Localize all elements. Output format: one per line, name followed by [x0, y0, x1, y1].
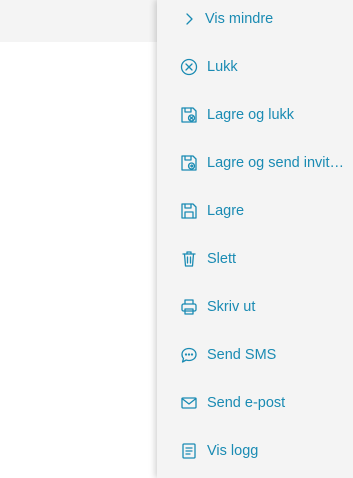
menu-item-lagre[interactable]: Lagre: [157, 187, 353, 235]
menu-item-skriv-ut[interactable]: Skriv ut: [157, 283, 353, 331]
menu-item-label: Vis mindre: [205, 11, 274, 27]
menu-item-label: Lukk: [207, 59, 238, 75]
menu-item-lagre-og-lukk[interactable]: Lagre og lukk: [157, 91, 353, 139]
menu-item-label: Lagre og lukk: [207, 107, 295, 123]
menu-item-vis-mindre[interactable]: Vis mindre: [157, 0, 353, 43]
menu-item-send-sms[interactable]: Send SMS: [157, 331, 353, 379]
menu-item-label: Lagre og send invitasjon: [207, 155, 345, 171]
menu-item-label: Slett: [207, 251, 237, 267]
close-circle-icon: [180, 58, 198, 76]
printer-icon: [180, 298, 198, 316]
chevron-right-icon: [180, 10, 198, 28]
menu-item-lukk[interactable]: Lukk: [157, 43, 353, 91]
chat-bubble-icon: [180, 346, 198, 364]
trash-icon: [180, 250, 198, 268]
menu-item-label: Send SMS: [207, 347, 277, 363]
menu-item-label: Skriv ut: [207, 299, 256, 315]
menu-item-slett[interactable]: Slett: [157, 235, 353, 283]
save-close-icon: [180, 106, 198, 124]
save-send-icon: [180, 154, 198, 172]
top-bar: [0, 0, 158, 42]
action-menu: Vis mindre Lukk Lagre og lukk Lagre og s…: [157, 0, 353, 478]
menu-item-label: Lagre: [207, 203, 245, 219]
envelope-icon: [180, 394, 198, 412]
menu-item-send-e-post[interactable]: Send e-post: [157, 379, 353, 427]
menu-item-vis-logg[interactable]: Vis logg: [157, 427, 353, 475]
menu-item-label: Send e-post: [207, 395, 286, 411]
menu-item-label: Vis logg: [207, 443, 259, 459]
menu-item-lagre-og-send-invitasjon[interactable]: Lagre og send invitasjon: [157, 139, 353, 187]
document-log-icon: [180, 442, 198, 460]
save-icon: [180, 202, 198, 220]
